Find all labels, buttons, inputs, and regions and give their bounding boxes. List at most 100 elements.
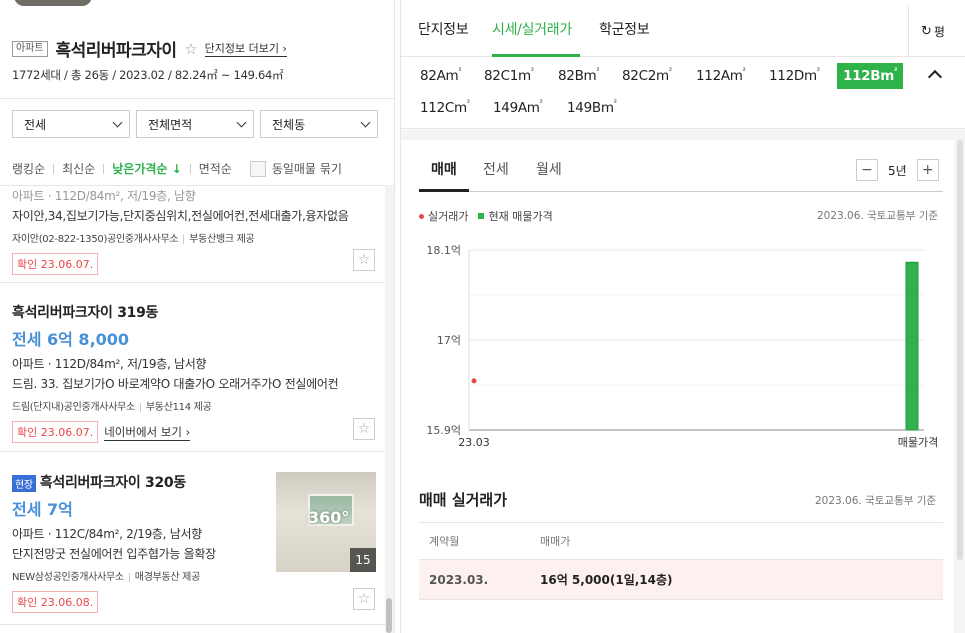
legend-current-label: 현재 매물가격 <box>488 210 553 223</box>
photo-count: 15 <box>350 548 376 572</box>
listing-agent: 자이안(02-822-1350)공인중개사사무소 부동산뱅크 제공 <box>12 234 255 245</box>
building-select[interactable]: 전체동 <box>260 110 378 138</box>
listing-title: 흑석리버파크자이 320동 <box>39 475 186 491</box>
divider <box>0 282 385 283</box>
y-tick-label: 15.9억 <box>426 424 461 437</box>
table-row[interactable]: 2023.03. 16억 5,000(1일,14층) <box>419 560 943 600</box>
sort-bar: 랭킹순 최신순 낮은가격순 ↓ 면적순 동일매물 묶기 <box>12 160 384 177</box>
sort-latest[interactable]: 최신순 <box>62 160 95 177</box>
tab-school[interactable]: 학군정보 <box>599 19 650 39</box>
area-112B[interactable]: 112Bm² <box>837 63 904 89</box>
tab-jeonse[interactable]: 전세 <box>483 159 509 179</box>
area-82B[interactable]: 82Bm² <box>552 63 605 89</box>
divider <box>0 98 394 99</box>
list-scrollbar[interactable] <box>385 185 394 633</box>
deal-month: 2023.03. <box>429 572 489 587</box>
same-listing-label: 동일매물 묶기 <box>271 162 342 176</box>
y-tick-label: 17억 <box>437 334 461 347</box>
divider <box>53 163 55 174</box>
listing-spec: 아파트 · 112D/84m², 저/19층, 남향 <box>12 189 196 203</box>
area-149A[interactable]: 149Am² <box>487 95 549 121</box>
section-gap <box>401 130 965 140</box>
deal-table: 계약월 매매가 2023.03. 16억 5,000(1일,14층) <box>419 522 943 600</box>
right-scrollbar-thumb[interactable] <box>957 140 963 560</box>
bookmark-star-icon[interactable]: ☆ <box>353 249 375 271</box>
tab-monthly[interactable]: 월세 <box>536 159 562 179</box>
legend-current-marker <box>478 213 485 219</box>
refresh-icon: ↻ <box>921 23 932 39</box>
listing-price: 전세 7억 <box>12 500 73 519</box>
list-scrollbar-thumb[interactable] <box>386 598 392 633</box>
price-chart: 18.1억 17억 15.9억23.03 매물가격 <box>426 244 938 449</box>
listing-desc: 자이안,34,집보기가능,단지중심위치,전실에어컨,전세대출가,융자없음 <box>12 209 349 223</box>
chevron-down-icon <box>360 117 371 127</box>
divider <box>103 163 105 174</box>
list-item[interactable]: 흑석리버파크자이 319동 전세 6억 8,000 아파트 · 112D/84m… <box>12 302 376 443</box>
area-82A[interactable]: 82Am² <box>414 63 467 89</box>
x-tick-label: 23.03 <box>458 436 490 449</box>
complex-summary: 1772세대 / 총 26동 / 2023.02 / 82.24㎡ ~ 149.… <box>12 68 284 82</box>
complex-info-more-link[interactable]: 단지정보 더보기 › <box>204 40 287 57</box>
listing-agent: 드림(단지내)공인중개사사무소 부동산114 제공 <box>12 402 212 413</box>
area-select[interactable]: 전체면적 <box>136 110 254 138</box>
area-112C[interactable]: 112Cm² <box>414 95 476 121</box>
listing-spec: 아파트 · 112C/84m², 2/19층, 남서향 <box>12 527 202 541</box>
area-112A[interactable]: 112Am² <box>690 63 752 89</box>
deal-section-title: 매매 실거래가 <box>419 491 508 509</box>
tab-sale[interactable]: 매매 <box>431 159 457 179</box>
naver-view-link[interactable]: 네이버에서 보기 › <box>104 424 191 441</box>
favorite-star-icon[interactable]: ☆ <box>184 40 197 58</box>
list-item[interactable]: 현장 흑석리버파크자이 320동 전세 7억 아파트 · 112C/84m², 2… <box>12 472 272 613</box>
unit-toggle-button[interactable]: ↻ 평 <box>908 6 965 56</box>
listing-panel: 아파트 흑석리버파크자이 ☆ 단지정보 더보기 › 1772세대 / 총 26동… <box>0 0 395 633</box>
area-112D[interactable]: 112Dm² <box>763 63 826 89</box>
bookmark-star-icon[interactable]: ☆ <box>353 418 375 440</box>
chevron-up-icon[interactable] <box>927 69 943 85</box>
trade-type-select[interactable]: 전세 <box>12 110 130 138</box>
listing-spec: 아파트 · 112D/84m², 저/19층, 남서향 <box>12 357 207 371</box>
active-subtab-indicator <box>419 189 469 192</box>
listing-agent: NEW삼성공인중개사사무소 매경부동산 제공 <box>12 572 200 583</box>
legend-actual-marker <box>419 213 424 219</box>
tab-price[interactable]: 시세/실거래가 <box>492 19 572 39</box>
area-149B[interactable]: 149Bm² <box>561 95 623 121</box>
list-item[interactable]: 아파트 · 112D/84m², 저/19층, 남향 자이안,34,집보기가능,… <box>12 186 376 275</box>
complex-type-tag: 아파트 <box>12 40 48 57</box>
divider <box>0 624 385 625</box>
divider <box>189 163 191 174</box>
same-listing-checkbox[interactable] <box>249 160 266 177</box>
complex-title: 흑석리버파크자이 <box>55 41 177 61</box>
area-type-selector: 82Am² 82C1m² 82Bm² 82C2m² 112Am² 112Dm² … <box>401 57 965 129</box>
info-tabs: 단지정보 시세/실거래가 학군정보 ↻ 평 <box>401 0 965 57</box>
col-sale-price: 매매가 <box>540 535 571 548</box>
tab-complex-info[interactable]: 단지정보 <box>418 19 469 39</box>
listing-desc: 드림. 33. 집보기가O 바로계약O 대출가O 오래거주가O 전실에어컨 <box>12 377 339 391</box>
chevron-down-icon <box>236 117 247 127</box>
trade-type-tabs: 매매 전세 월세 − 5년 + <box>419 140 943 192</box>
bookmark-star-icon[interactable]: ☆ <box>353 588 375 610</box>
deal-table-header: 계약월 매매가 <box>419 523 943 560</box>
period-increase-button[interactable]: + <box>916 159 939 181</box>
chart-source: 2023.06. 국토교통부 기준 <box>817 210 939 222</box>
current-price-bar <box>905 261 919 431</box>
live-tag: 현장 <box>12 474 36 492</box>
listing-photo[interactable]: 360° 15 <box>276 472 376 572</box>
x-tick-label: 매물가격 <box>898 436 938 449</box>
divider <box>0 451 385 452</box>
chevron-down-icon <box>112 117 123 127</box>
area-82C1[interactable]: 82C1m² <box>478 63 540 89</box>
sort-low-price[interactable]: 낮은가격순 ↓ <box>112 160 181 177</box>
sort-ranking[interactable]: 랭킹순 <box>12 160 45 177</box>
listing-title: 흑석리버파크자이 319동 <box>12 305 159 321</box>
complex-photo-thumbnail[interactable] <box>14 0 92 6</box>
period-decrease-button[interactable]: − <box>856 159 878 181</box>
col-contract-month: 계약월 <box>429 535 460 548</box>
actual-price-point <box>471 378 477 384</box>
y-tick-label: 18.1억 <box>426 244 461 257</box>
confirm-badge: 확인 23.06.07. <box>12 253 99 275</box>
right-scrollbar[interactable] <box>954 140 965 633</box>
area-82C2[interactable]: 82C2m² <box>616 63 678 89</box>
sort-area[interactable]: 면적순 <box>199 160 232 177</box>
complex-header: 아파트 흑석리버파크자이 ☆ 단지정보 더보기 › 1772세대 / 총 26동… <box>12 36 384 83</box>
period-value: 5년 <box>888 163 907 178</box>
